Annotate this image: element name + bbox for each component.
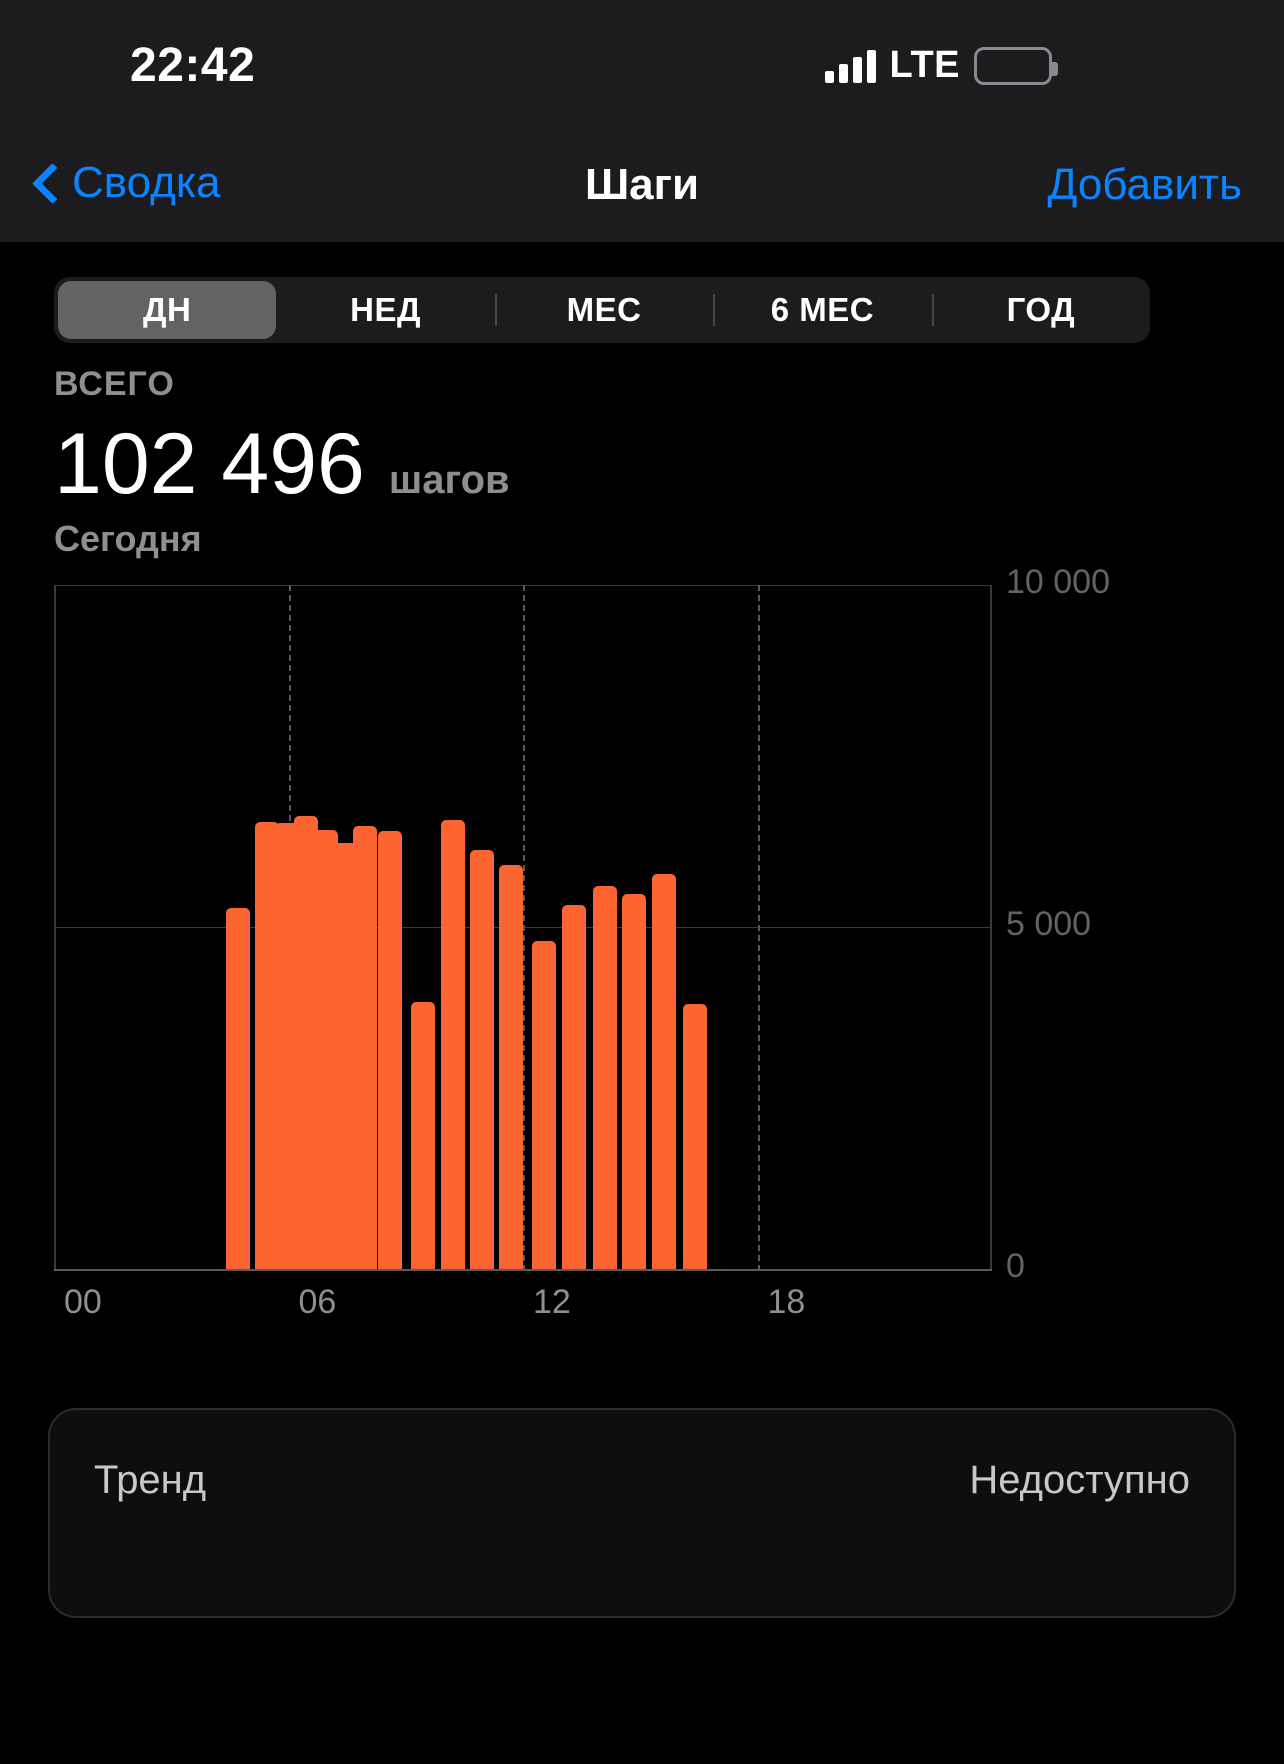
y-axis-tick-label: 5 000: [1006, 905, 1092, 943]
chart-bar: [499, 865, 524, 1269]
date-subtitle: Сегодня: [54, 518, 202, 559]
x-axis-tick-label: 00: [64, 1283, 102, 1321]
trend-value: Недоступно: [969, 1458, 1190, 1502]
total-label: ВСЕГО: [54, 365, 175, 403]
trend-label: Тренд: [94, 1458, 207, 1502]
battery-icon: [974, 46, 1058, 85]
x-axis-tick-label: 06: [298, 1283, 337, 1321]
steps-chart[interactable]: 0 5 000 10 000 00 06 12 18: [54, 563, 1230, 1330]
x-axis-tick-label: 18: [767, 1283, 806, 1321]
total-unit: шагов: [388, 458, 510, 502]
segment-year[interactable]: ГОД: [931, 281, 1150, 339]
network-type-label: LTE: [889, 44, 960, 86]
status-bar: 22:42 LTE: [0, 0, 1284, 124]
y-axis-tick-label: 10 000: [1006, 563, 1110, 601]
chart-bar: [651, 874, 676, 1269]
chart-bar: [225, 907, 250, 1269]
trend-card[interactable]: Тренд Недоступно: [48, 1408, 1236, 1618]
navigation-bar: Сводка Шаги Добавить: [0, 124, 1284, 242]
segment-six-months[interactable]: 6 МЕС: [713, 281, 931, 339]
chart-bar: [622, 894, 647, 1269]
time-range-segmented-control[interactable]: ДН НЕД МЕС 6 МЕС ГОД: [54, 277, 1150, 343]
segment-month[interactable]: МЕС: [494, 281, 713, 339]
chart-bar: [352, 825, 377, 1269]
segment-week[interactable]: НЕД: [276, 281, 494, 339]
x-axis-tick-label: 12: [533, 1283, 571, 1321]
chart-bar: [440, 820, 465, 1269]
chart-plot-area[interactable]: [54, 585, 992, 1271]
total-value-row: 102 496 шагов: [54, 415, 510, 514]
chart-bar: [682, 1003, 707, 1269]
chart-bar: [532, 940, 557, 1269]
add-button[interactable]: Добавить: [1048, 160, 1242, 210]
chart-bar: [593, 885, 618, 1269]
chart-bar: [561, 905, 586, 1269]
total-value: 102 496: [54, 416, 365, 512]
segment-day[interactable]: ДН: [58, 281, 277, 339]
chart-bar: [378, 831, 403, 1269]
y-axis-tick-label: 0: [1006, 1247, 1025, 1285]
cellular-signal-icon: [824, 49, 876, 83]
chart-bar: [469, 850, 494, 1269]
status-bar-clock: 22:42: [130, 39, 256, 92]
chart-bars: [54, 585, 992, 1271]
status-bar-indicators: LTE: [824, 44, 1058, 87]
phone-screen: 22:42 LTE Сводка Шаги Добавить ДН НЕД МЕ…: [0, 0, 1284, 1764]
chart-bar: [411, 1002, 436, 1269]
